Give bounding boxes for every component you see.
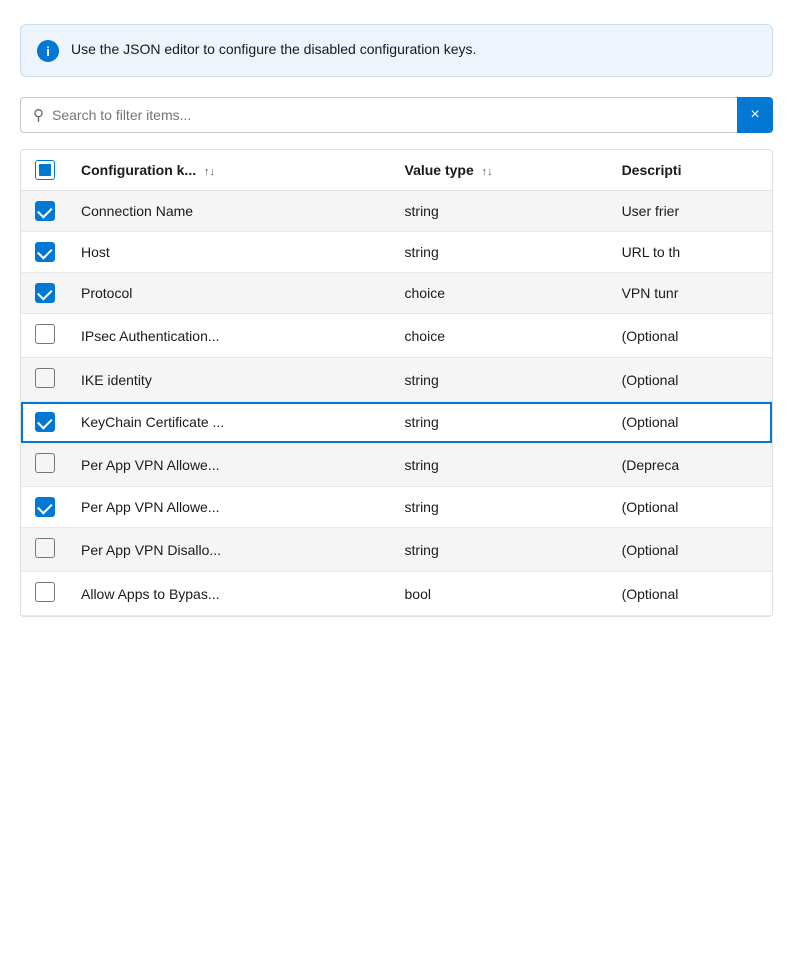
row-description: (Depreca bbox=[610, 443, 772, 487]
row-config-key: Per App VPN Disallo... bbox=[69, 528, 393, 572]
table-row[interactable]: Per App VPN Disallo...string(Optional bbox=[21, 528, 772, 572]
row-config-key: IKE identity bbox=[69, 358, 393, 402]
row-value-type: string bbox=[393, 191, 610, 232]
row-description: URL to th bbox=[610, 232, 772, 273]
row-value-type: string bbox=[393, 528, 610, 572]
row-config-key: Allow Apps to Bypas... bbox=[69, 572, 393, 616]
table-row[interactable]: HoststringURL to th bbox=[21, 232, 772, 273]
banner-text: Use the JSON editor to configure the dis… bbox=[71, 39, 476, 60]
select-all-checkbox[interactable] bbox=[35, 160, 55, 180]
row-description: (Optional bbox=[610, 358, 772, 402]
table-row[interactable]: Per App VPN Allowe...string(Depreca bbox=[21, 443, 772, 487]
row-value-type: bool bbox=[393, 572, 610, 616]
row-checkbox-cell[interactable] bbox=[21, 443, 69, 487]
row-checkbox[interactable] bbox=[35, 412, 55, 432]
row-checkbox[interactable] bbox=[35, 283, 55, 303]
row-checkbox[interactable] bbox=[35, 324, 55, 344]
row-checkbox[interactable] bbox=[35, 453, 55, 473]
table-row[interactable]: KeyChain Certificate ...string(Optional bbox=[21, 402, 772, 443]
sort-icon-value-type: ↑↓ bbox=[482, 166, 493, 178]
row-checkbox-cell[interactable] bbox=[21, 402, 69, 443]
search-input[interactable] bbox=[52, 107, 725, 123]
row-config-key: IPsec Authentication... bbox=[69, 314, 393, 358]
row-checkbox-cell[interactable] bbox=[21, 572, 69, 616]
header-value-type-label: Value type bbox=[405, 162, 474, 178]
row-checkbox[interactable] bbox=[35, 582, 55, 602]
header-value-type[interactable]: Value type ↑↓ bbox=[393, 150, 610, 191]
header-description: Descripti bbox=[610, 150, 772, 191]
row-value-type: string bbox=[393, 402, 610, 443]
row-value-type: choice bbox=[393, 273, 610, 314]
search-row: ⚲ × bbox=[20, 97, 773, 133]
row-checkbox[interactable] bbox=[35, 201, 55, 221]
select-all-checkbox-inner bbox=[39, 164, 51, 176]
table-header-row: Configuration k... ↑↓ Value type ↑↓ Desc… bbox=[21, 150, 772, 191]
row-checkbox-cell[interactable] bbox=[21, 487, 69, 528]
search-input-wrapper: ⚲ bbox=[20, 97, 737, 133]
table-row[interactable]: IKE identitystring(Optional bbox=[21, 358, 772, 402]
header-config-key[interactable]: Configuration k... ↑↓ bbox=[69, 150, 393, 191]
config-table: Configuration k... ↑↓ Value type ↑↓ Desc… bbox=[20, 149, 773, 617]
table-row[interactable]: ProtocolchoiceVPN tunr bbox=[21, 273, 772, 314]
row-value-type: string bbox=[393, 232, 610, 273]
info-banner: i Use the JSON editor to configure the d… bbox=[20, 24, 773, 77]
row-config-key: Protocol bbox=[69, 273, 393, 314]
search-icon: ⚲ bbox=[33, 106, 44, 124]
table-row[interactable]: Allow Apps to Bypas...bool(Optional bbox=[21, 572, 772, 616]
row-value-type: string bbox=[393, 487, 610, 528]
row-checkbox-cell[interactable] bbox=[21, 528, 69, 572]
row-checkbox[interactable] bbox=[35, 497, 55, 517]
row-checkbox-cell[interactable] bbox=[21, 314, 69, 358]
row-description: (Optional bbox=[610, 528, 772, 572]
table-row[interactable]: Connection NamestringUser frier bbox=[21, 191, 772, 232]
row-config-key: KeyChain Certificate ... bbox=[69, 402, 393, 443]
row-checkbox[interactable] bbox=[35, 368, 55, 388]
row-config-key: Per App VPN Allowe... bbox=[69, 487, 393, 528]
row-config-key: Per App VPN Allowe... bbox=[69, 443, 393, 487]
row-description: (Optional bbox=[610, 402, 772, 443]
row-description: User frier bbox=[610, 191, 772, 232]
row-checkbox[interactable] bbox=[35, 538, 55, 558]
table-row[interactable]: Per App VPN Allowe...string(Optional bbox=[21, 487, 772, 528]
row-config-key: Connection Name bbox=[69, 191, 393, 232]
row-description: (Optional bbox=[610, 314, 772, 358]
row-description: VPN tunr bbox=[610, 273, 772, 314]
row-description: (Optional bbox=[610, 572, 772, 616]
close-icon: × bbox=[750, 106, 759, 124]
row-value-type: choice bbox=[393, 314, 610, 358]
table-row[interactable]: IPsec Authentication...choice(Optional bbox=[21, 314, 772, 358]
search-clear-button[interactable]: × bbox=[737, 97, 773, 133]
row-config-key: Host bbox=[69, 232, 393, 273]
row-checkbox-cell[interactable] bbox=[21, 191, 69, 232]
row-checkbox-cell[interactable] bbox=[21, 358, 69, 402]
info-icon: i bbox=[37, 40, 59, 62]
row-value-type: string bbox=[393, 443, 610, 487]
header-checkbox-cell[interactable] bbox=[21, 150, 69, 191]
row-checkbox-cell[interactable] bbox=[21, 232, 69, 273]
header-description-label: Descripti bbox=[622, 162, 682, 178]
row-checkbox-cell[interactable] bbox=[21, 273, 69, 314]
row-checkbox[interactable] bbox=[35, 242, 55, 262]
sort-icon-config-key: ↑↓ bbox=[204, 166, 215, 178]
row-value-type: string bbox=[393, 358, 610, 402]
row-description: (Optional bbox=[610, 487, 772, 528]
header-config-key-label: Configuration k... bbox=[81, 162, 196, 178]
